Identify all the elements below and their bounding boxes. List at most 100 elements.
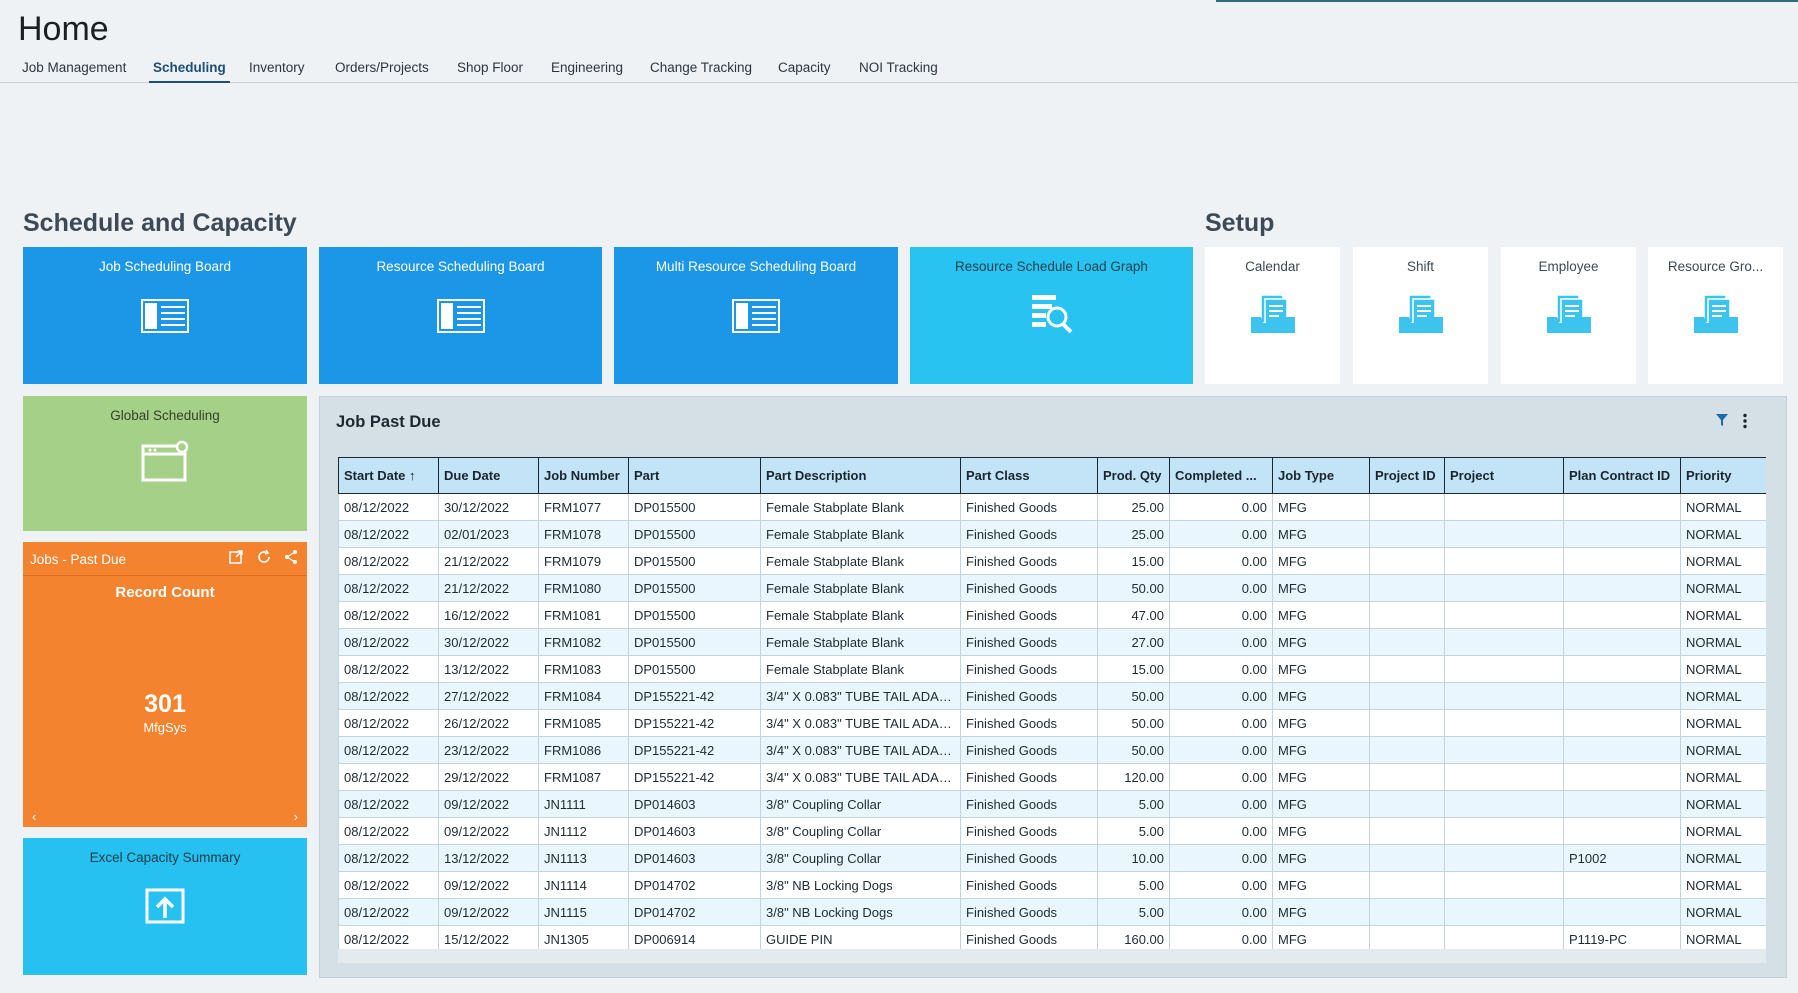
tab-change-tracking[interactable]: Change Tracking: [646, 58, 756, 83]
jobs-past-due-kpi[interactable]: Jobs - Past Due Record Count 301 MfgSys …: [23, 542, 307, 827]
table-cell: 0.00: [1169, 601, 1273, 629]
table-cell: [1369, 547, 1445, 575]
column-header[interactable]: Priority: [1680, 457, 1766, 494]
table-cell: Female Stabplate Blank: [760, 493, 961, 521]
table-cell: [1444, 925, 1564, 949]
table-row[interactable]: 08/12/2022 30/12/2022 FRM1082 DP015500 Femal…: [338, 628, 1766, 656]
excel-capacity-summary-tile[interactable]: Excel Capacity Summary: [23, 838, 307, 975]
table-row[interactable]: 08/12/2022 29/12/2022 FRM1087 DP155221-42 3/…: [338, 763, 1766, 791]
column-header[interactable]: Job Type: [1272, 457, 1370, 494]
table-row[interactable]: 08/12/2022 23/12/2022 FRM1086 DP155221-42 3/…: [338, 736, 1766, 764]
resource-schedule-load-graph-tile[interactable]: Resource Schedule Load Graph: [910, 247, 1193, 384]
table-cell: [1563, 520, 1681, 548]
table-cell: [1369, 817, 1445, 845]
kpi-prev-button[interactable]: ‹: [32, 809, 36, 824]
table-row[interactable]: 08/12/2022 21/12/2022 FRM1080 DP015500 Femal…: [338, 574, 1766, 602]
table-cell: [1444, 898, 1564, 926]
table-cell: DP015500: [628, 601, 761, 629]
table-cell: [1369, 898, 1445, 926]
column-header[interactable]: Job Number: [538, 457, 629, 494]
table-cell: 08/12/2022: [338, 520, 439, 548]
table-cell: NORMAL: [1680, 574, 1766, 602]
table-row[interactable]: 08/12/2022 09/12/2022 JN1114 DP014702 3/8" N…: [338, 871, 1766, 899]
table-cell: [1563, 790, 1681, 818]
table-cell: 0.00: [1169, 763, 1273, 791]
table-row[interactable]: 08/12/2022 13/12/2022 FRM1083 DP015500 Femal…: [338, 655, 1766, 683]
tab-scheduling[interactable]: Scheduling: [149, 58, 230, 83]
table-cell: NORMAL: [1680, 925, 1766, 949]
table-cell: FRM1084: [538, 682, 629, 710]
tab-engineering[interactable]: Engineering: [547, 58, 627, 83]
employee-tile[interactable]: Employee: [1501, 247, 1636, 384]
table-row[interactable]: 08/12/2022 13/12/2022 JN1113 DP014603 3/8" C…: [338, 844, 1766, 872]
kpi-next-button[interactable]: ›: [294, 809, 298, 824]
global-scheduling-tile[interactable]: Global Scheduling: [23, 396, 307, 531]
table-cell: MFG: [1272, 736, 1370, 764]
table-cell: 21/12/2022: [438, 574, 539, 602]
tab-noi-tracking[interactable]: NOI Tracking: [855, 58, 942, 83]
table-cell: DP155221-42: [628, 763, 761, 791]
table-cell: DP014702: [628, 898, 761, 926]
tab-capacity[interactable]: Capacity: [774, 58, 835, 83]
table-cell: JN1113: [538, 844, 629, 872]
table-cell: 0.00: [1169, 547, 1273, 575]
column-header[interactable]: Part: [628, 457, 761, 494]
table-cell: NORMAL: [1680, 763, 1766, 791]
table-row[interactable]: 08/12/2022 30/12/2022 FRM1077 DP015500 Femal…: [338, 493, 1766, 521]
table-row[interactable]: 08/12/2022 16/12/2022 FRM1081 DP015500 Femal…: [338, 601, 1766, 629]
tab-inventory[interactable]: Inventory: [245, 58, 309, 83]
table-cell: JN1305: [538, 925, 629, 949]
column-header[interactable]: Due Date: [438, 457, 539, 494]
table-row[interactable]: 08/12/2022 09/12/2022 JN1112 DP014603 3/8" C…: [338, 817, 1766, 845]
open-external-icon[interactable]: [228, 549, 246, 567]
table-row[interactable]: 08/12/2022 09/12/2022 JN1111 DP014603 3/8" C…: [338, 790, 1766, 818]
column-header[interactable]: Project: [1444, 457, 1564, 494]
table-row[interactable]: 08/12/2022 15/12/2022 JN1305 DP006914 GUIDE …: [338, 925, 1766, 949]
table-cell: Finished Goods: [960, 790, 1098, 818]
column-header[interactable]: Plan Contract ID: [1563, 457, 1681, 494]
column-header[interactable]: Completed ...: [1169, 457, 1273, 494]
resource-scheduling-board-tile[interactable]: Resource Scheduling Board: [319, 247, 602, 384]
table-row[interactable]: 08/12/2022 21/12/2022 FRM1079 DP015500 Femal…: [338, 547, 1766, 575]
table-row[interactable]: 08/12/2022 09/12/2022 JN1115 DP014702 3/8" N…: [338, 898, 1766, 926]
multi-resource-scheduling-board-tile[interactable]: Multi Resource Scheduling Board: [614, 247, 898, 384]
column-header[interactable]: Part Description: [760, 457, 961, 494]
table-cell: Female Stabplate Blank: [760, 520, 961, 548]
column-header[interactable]: Project ID: [1369, 457, 1445, 494]
share-icon[interactable]: [283, 549, 301, 567]
job-past-due-table: Start Date ↑ Due Date Job Number Part Part D…: [338, 457, 1766, 949]
table-row[interactable]: 08/12/2022 02/01/2023 FRM1078 DP015500 Femal…: [338, 520, 1766, 548]
table-cell: 30/12/2022: [438, 628, 539, 656]
table-cell: [1444, 520, 1564, 548]
table-cell: [1444, 655, 1564, 683]
table-cell: 3/8" Coupling Collar: [760, 817, 961, 845]
table-cell: Finished Goods: [960, 574, 1098, 602]
refresh-icon[interactable]: [256, 549, 274, 567]
table-cell: [1563, 547, 1681, 575]
table-cell: 25.00: [1097, 493, 1170, 521]
table-cell: DP155221-42: [628, 709, 761, 737]
table-cell: 26/12/2022: [438, 709, 539, 737]
table-cell: NORMAL: [1680, 628, 1766, 656]
tab-orders-projects[interactable]: Orders/Projects: [331, 58, 433, 83]
more-vertical-icon[interactable]: [1742, 413, 1748, 434]
horizontal-scrollbar[interactable]: [338, 949, 1766, 963]
table-cell: Finished Goods: [960, 736, 1098, 764]
table-cell: [1444, 790, 1564, 818]
table-row[interactable]: 08/12/2022 26/12/2022 FRM1085 DP155221-42 3/…: [338, 709, 1766, 737]
resource-group-tile[interactable]: Resource Gro...: [1648, 247, 1783, 384]
table-cell: JN1115: [538, 898, 629, 926]
column-header[interactable]: Start Date ↑: [338, 457, 439, 494]
column-header[interactable]: Prod. Qty: [1097, 457, 1170, 494]
table-cell: MFG: [1272, 493, 1370, 521]
tab-job-management[interactable]: Job Management: [18, 58, 130, 83]
job-scheduling-board-tile[interactable]: Job Scheduling Board: [23, 247, 307, 384]
shift-tile[interactable]: Shift: [1353, 247, 1488, 384]
table-cell: JN1111: [538, 790, 629, 818]
tab-shop-floor[interactable]: Shop Floor: [453, 58, 527, 83]
calendar-tile[interactable]: Calendar: [1205, 247, 1340, 384]
filter-icon[interactable]: [1715, 413, 1729, 432]
table-row[interactable]: 08/12/2022 27/12/2022 FRM1084 DP155221-42 3/…: [338, 682, 1766, 710]
board-icon: [436, 299, 485, 338]
column-header[interactable]: Part Class: [960, 457, 1098, 494]
